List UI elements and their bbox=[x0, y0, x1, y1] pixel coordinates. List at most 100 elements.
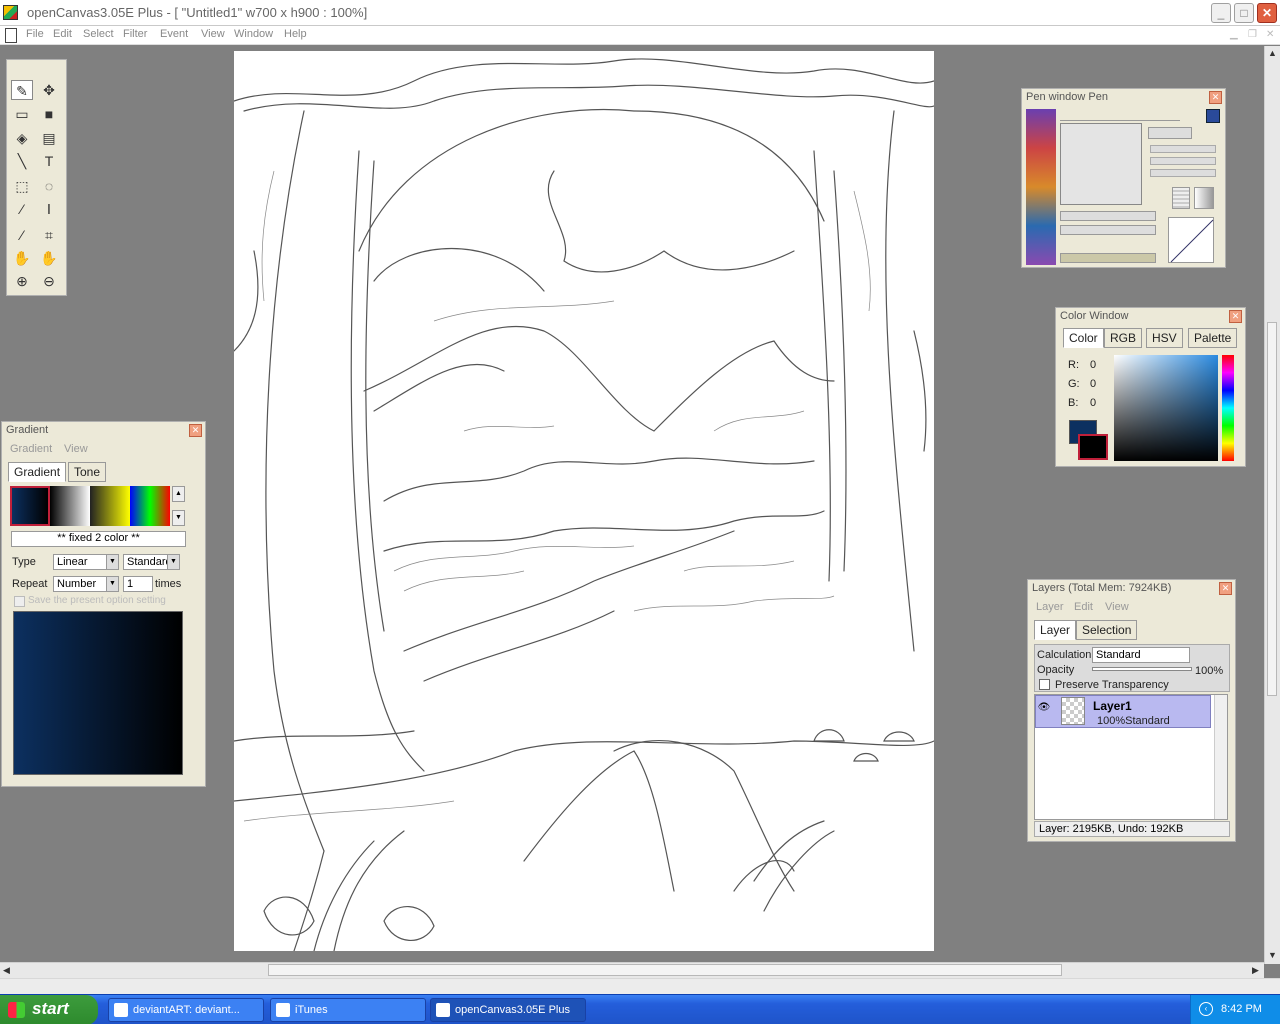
repeat-select[interactable]: Number ▼ bbox=[53, 576, 119, 592]
preserve-transparency-checkbox[interactable] bbox=[1039, 679, 1050, 690]
tab-layer[interactable]: Layer bbox=[1034, 620, 1077, 640]
zoom-out-tool-icon[interactable]: ⊖ bbox=[38, 271, 60, 291]
repeat-count-input[interactable]: 1 bbox=[123, 576, 153, 592]
layers-menu-view[interactable]: View bbox=[1105, 601, 1129, 613]
tab-selection[interactable]: Selection bbox=[1076, 620, 1138, 640]
pen-tool-icon[interactable]: ✎ bbox=[11, 80, 33, 100]
maximize-button[interactable]: □ bbox=[1234, 3, 1254, 23]
pen-slider-3[interactable] bbox=[1150, 169, 1216, 177]
scroll-right-arrow-icon[interactable]: ▶ bbox=[1252, 965, 1259, 976]
color-window-close-icon[interactable]: ✕ bbox=[1229, 310, 1242, 323]
texture-icon[interactable] bbox=[1172, 187, 1190, 209]
pen-slider-4[interactable] bbox=[1060, 211, 1156, 221]
pen-window-close-icon[interactable]: ✕ bbox=[1209, 91, 1222, 104]
menu-bar: File Edit Select Filter Event View Windo… bbox=[0, 26, 1280, 45]
brush-size-tabs[interactable] bbox=[1060, 109, 1180, 121]
tab-rgb[interactable]: RGB bbox=[1104, 328, 1143, 348]
r-label: R: bbox=[1068, 359, 1079, 371]
pressure-curve-graph[interactable] bbox=[1168, 217, 1214, 263]
layers-menu-layer[interactable]: Layer bbox=[1036, 601, 1064, 613]
tab-tone[interactable]: Tone bbox=[68, 462, 107, 482]
menu-filter[interactable]: Filter bbox=[123, 28, 147, 40]
gradient-close-icon[interactable]: ✕ bbox=[189, 424, 202, 437]
mdi-close-icon[interactable]: ✕ bbox=[1266, 29, 1274, 40]
tab-color[interactable]: Color bbox=[1063, 328, 1104, 348]
pen-slider-5[interactable] bbox=[1060, 225, 1156, 235]
tab-palette[interactable]: Palette bbox=[1188, 328, 1238, 348]
layer-list-scrollbar[interactable] bbox=[1214, 695, 1227, 819]
fill-rect-tool-icon[interactable]: ■ bbox=[38, 104, 60, 124]
dropdown-arrow-icon: ▼ bbox=[106, 555, 118, 569]
menu-edit[interactable]: Edit bbox=[53, 28, 72, 40]
layers-menu-edit[interactable]: Edit bbox=[1074, 601, 1093, 613]
menu-file[interactable]: File bbox=[26, 28, 44, 40]
drawing-canvas[interactable] bbox=[233, 51, 935, 952]
opacity-slider[interactable] bbox=[1092, 667, 1192, 671]
brush-type-list[interactable] bbox=[1026, 109, 1056, 265]
clock[interactable]: 8:42 PM bbox=[1221, 1003, 1262, 1015]
mdi-restore-icon[interactable]: ❐ bbox=[1248, 29, 1257, 40]
lasso-tool-icon[interactable]: ◌ bbox=[38, 176, 60, 196]
gradient-preset-yellow[interactable] bbox=[90, 486, 130, 526]
minimize-button[interactable]: _ bbox=[1211, 3, 1231, 23]
tray-expand-icon[interactable]: ‹ bbox=[1199, 1002, 1213, 1016]
menu-window[interactable]: Window bbox=[234, 28, 273, 40]
scroll-up-icon[interactable]: ▲ bbox=[172, 486, 185, 502]
mdi-minimize-icon[interactable]: ▁ bbox=[1230, 29, 1238, 40]
horizontal-scroll-thumb[interactable] bbox=[268, 964, 1062, 976]
pen-slider-6[interactable] bbox=[1060, 253, 1156, 263]
gradient-tool-icon[interactable]: ▤ bbox=[38, 128, 60, 148]
eraser-tool-icon[interactable]: ▭ bbox=[11, 104, 33, 124]
type-select[interactable]: Linear ▼ bbox=[53, 554, 119, 570]
menu-view[interactable]: View bbox=[201, 28, 225, 40]
gradient-menu-view[interactable]: View bbox=[64, 443, 88, 455]
scroll-up-arrow-icon[interactable]: ▲ bbox=[1268, 48, 1277, 58]
crop-tool-icon[interactable]: ⌗ bbox=[38, 225, 60, 245]
start-button[interactable]: start bbox=[0, 995, 98, 1024]
scroll-down-arrow-icon[interactable]: ▼ bbox=[1268, 950, 1277, 960]
title-bar: openCanvas3.05E Plus - [ "Untitled1" w70… bbox=[0, 0, 1280, 26]
eyedropper-tool-icon[interactable]: ⁄ bbox=[11, 225, 33, 245]
document-icon[interactable] bbox=[5, 28, 17, 43]
menu-select[interactable]: Select bbox=[83, 28, 114, 40]
close-button[interactable]: ✕ bbox=[1257, 3, 1277, 23]
visibility-eye-icon[interactable]: 👁 bbox=[1037, 702, 1051, 716]
bucket-tool-icon[interactable]: ◈ bbox=[11, 128, 33, 148]
saturation-value-picker[interactable] bbox=[1114, 355, 1218, 461]
vertical-scroll-thumb[interactable] bbox=[1267, 322, 1277, 696]
app-icon[interactable] bbox=[3, 5, 18, 20]
hue-slider[interactable] bbox=[1222, 355, 1234, 461]
rect-select-tool-icon[interactable]: ⬚ bbox=[11, 176, 33, 196]
magic-wand-tool-icon[interactable]: ⁄ bbox=[11, 199, 33, 219]
background-color-swatch[interactable] bbox=[1078, 434, 1108, 460]
pen-slider-1[interactable] bbox=[1150, 145, 1216, 153]
text-tool-icon[interactable]: T bbox=[38, 151, 60, 171]
line-tool-icon[interactable]: ╲ bbox=[11, 151, 33, 171]
gradient-preset-selected[interactable] bbox=[10, 486, 50, 526]
task-deviantart[interactable]: deviantART: deviant... bbox=[108, 998, 264, 1022]
scroll-down-icon[interactable]: ▼ bbox=[172, 510, 185, 526]
menu-help[interactable]: Help bbox=[284, 28, 307, 40]
gradient-menu-gradient[interactable]: Gradient bbox=[10, 443, 52, 455]
gradient-preset-bw[interactable] bbox=[50, 486, 90, 526]
rotate-hand-tool-icon[interactable]: ✋ bbox=[38, 248, 60, 268]
gradient-swatch-icon[interactable] bbox=[1194, 187, 1214, 209]
brush-shape-selector[interactable] bbox=[1148, 127, 1192, 139]
layers-close-icon[interactable]: ✕ bbox=[1219, 582, 1232, 595]
text-select-tool-icon[interactable]: Ⅰ bbox=[38, 199, 60, 219]
zoom-in-tool-icon[interactable]: ⊕ bbox=[11, 271, 33, 291]
tab-gradient[interactable]: Gradient bbox=[8, 462, 67, 482]
move-tool-icon[interactable]: ✥ bbox=[38, 80, 60, 100]
menu-event[interactable]: Event bbox=[160, 28, 188, 40]
save-option-checkbox[interactable] bbox=[14, 596, 25, 607]
save-icon[interactable] bbox=[1206, 109, 1220, 123]
type2-select[interactable]: Standard ▼ bbox=[123, 554, 180, 570]
tab-hsv[interactable]: HSV bbox=[1146, 328, 1183, 348]
calculation-select[interactable]: Standard bbox=[1092, 647, 1190, 663]
task-itunes[interactable]: iTunes bbox=[270, 998, 426, 1022]
hand-tool-icon[interactable]: ✋ bbox=[11, 248, 33, 268]
pen-slider-2[interactable] bbox=[1150, 157, 1216, 165]
scroll-left-arrow-icon[interactable]: ◀ bbox=[3, 965, 10, 976]
gradient-preset-rainbow[interactable] bbox=[130, 486, 170, 526]
task-opencanvas[interactable]: openCanvas3.05E Plus bbox=[430, 998, 586, 1022]
